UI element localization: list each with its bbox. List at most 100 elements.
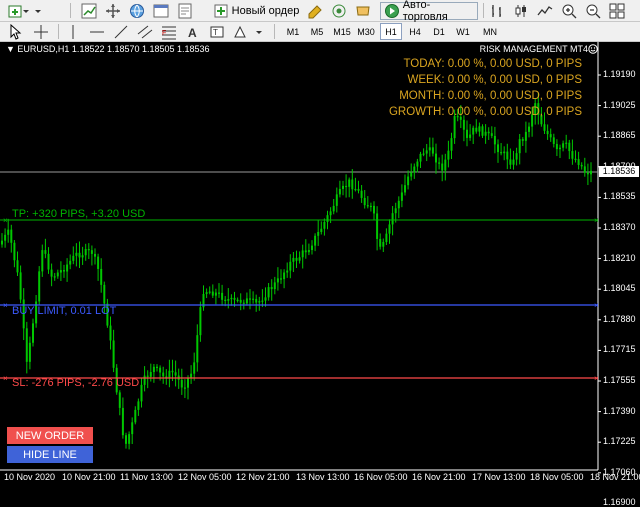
new-order-button[interactable]: NEW ORDER [7, 427, 93, 444]
candle-body [422, 153, 425, 155]
cursor-tool[interactable] [6, 23, 24, 41]
shapes-tool[interactable] [232, 23, 250, 41]
candle-body [472, 127, 475, 135]
sl-line-handle-right: × [594, 374, 599, 383]
candle-body [444, 159, 447, 171]
timeframe-h1[interactable]: H1 [380, 23, 402, 40]
data-window-button[interactable] [128, 2, 146, 20]
candle-body [137, 401, 140, 410]
vertical-line-tool[interactable] [64, 23, 82, 41]
symbol-dropdown-icon[interactable]: ▼ [6, 44, 17, 54]
candle-body [19, 272, 22, 300]
price-tick: 1.17390 [603, 405, 636, 416]
candle-body [379, 238, 382, 247]
navigator-button[interactable] [104, 2, 122, 20]
hide-line-button[interactable]: HIDE LINE [7, 446, 93, 463]
candle-body [580, 164, 583, 167]
candle-body [66, 264, 69, 272]
candle-body [78, 252, 81, 258]
candle-body [276, 278, 279, 283]
candle-body [363, 197, 366, 206]
candle-body [568, 142, 571, 152]
trendline-tool[interactable] [112, 23, 130, 41]
label-tool[interactable]: T [208, 23, 226, 41]
candle-body [571, 151, 574, 159]
terminal-icon [153, 4, 169, 18]
market-button[interactable] [354, 2, 372, 20]
horizontal-line-tool[interactable] [88, 23, 106, 41]
metaeditor-button[interactable] [306, 2, 324, 20]
candle-body [273, 282, 276, 290]
candle-body [481, 126, 484, 136]
candle-body [249, 298, 251, 300]
candle-body [72, 255, 75, 261]
timeframe-mn[interactable]: MN [478, 23, 502, 40]
crosshair-tool[interactable] [32, 23, 50, 41]
candle-body [342, 185, 344, 189]
price-tick: 1.19190 [603, 69, 636, 79]
candle-body [450, 138, 453, 151]
candle-body [317, 231, 320, 236]
sl-line-label: SL: -276 PIPS, -2.76 USD [12, 377, 140, 389]
timeframe-d1[interactable]: D1 [428, 23, 450, 40]
candle-body [506, 151, 509, 160]
price-chart[interactable]: × × × × × × ▼ EURUSD,H1 1.18522 1.18570 1.185… [0, 42, 640, 507]
tile-windows-button[interactable] [608, 2, 626, 20]
zoom-in-button[interactable] [560, 2, 578, 20]
drawing-toolbar: F A T M1 M5 M15 M30 H1 H4 D1 W1 MN [0, 22, 640, 42]
candlestick-button[interactable] [512, 2, 530, 20]
candle-body [292, 257, 295, 262]
buy-limit-line-label: BUY LIMIT, 0.01 LOT [12, 305, 117, 317]
stat-month: MONTH: 0.00 %, 0.00 USD, 0 PIPS [399, 90, 582, 102]
candle-body [329, 211, 332, 216]
candle-body [242, 302, 245, 304]
new-order-toolbar-label: Новый ордер [231, 5, 300, 17]
channel-tool[interactable] [136, 23, 154, 41]
signals-button[interactable] [330, 2, 348, 20]
line-chart-button[interactable] [536, 2, 554, 20]
candle-body [125, 435, 127, 444]
candle-body [497, 144, 499, 153]
autotrading-button[interactable]: Авто-торговля [380, 0, 478, 23]
timeframe-m15[interactable]: M15 [330, 23, 354, 40]
candle-body [295, 257, 298, 261]
timeframe-w1[interactable]: W1 [452, 23, 474, 40]
price-tick: 1.18535 [603, 191, 636, 202]
text-tool[interactable]: A [184, 23, 202, 41]
candle-body [311, 245, 313, 251]
candle-body [373, 205, 375, 214]
zoom-out-button[interactable] [584, 2, 602, 20]
candle-body [97, 256, 100, 269]
market-watch-button[interactable] [80, 2, 98, 20]
candle-body [509, 159, 512, 165]
candle-body [543, 124, 546, 131]
price-tick: 1.18210 [603, 252, 636, 263]
candle-body [376, 213, 379, 239]
candle-body [205, 292, 208, 295]
candle-body [75, 252, 78, 256]
timeframe-m5[interactable]: M5 [306, 23, 328, 40]
candle-body [338, 188, 341, 195]
candle-body [419, 153, 422, 162]
candle-body [143, 375, 146, 385]
price-tick: 1.17225 [603, 436, 636, 447]
timeframe-m30[interactable]: M30 [354, 23, 378, 40]
new-chart-button[interactable] [6, 2, 30, 20]
candle-body [7, 229, 10, 235]
candle-body [466, 129, 468, 138]
shapes-dropdown[interactable] [252, 23, 266, 41]
candle-body [264, 297, 267, 301]
fibonacci-tool[interactable]: F [160, 23, 178, 41]
candle-body [301, 250, 304, 258]
new-order-toolbar-button[interactable]: Новый ордер [208, 2, 304, 20]
market-icon [356, 6, 370, 16]
candle-body [431, 147, 434, 154]
bar-chart-button[interactable] [488, 2, 506, 20]
terminal-button[interactable] [152, 2, 170, 20]
timeframe-m1[interactable]: M1 [282, 23, 304, 40]
strategy-tester-button[interactable] [176, 2, 194, 20]
chart-dropdown-button[interactable] [30, 2, 46, 20]
timeframe-h4[interactable]: H4 [404, 23, 426, 40]
candle-body [156, 366, 158, 368]
candle-body [16, 260, 19, 273]
